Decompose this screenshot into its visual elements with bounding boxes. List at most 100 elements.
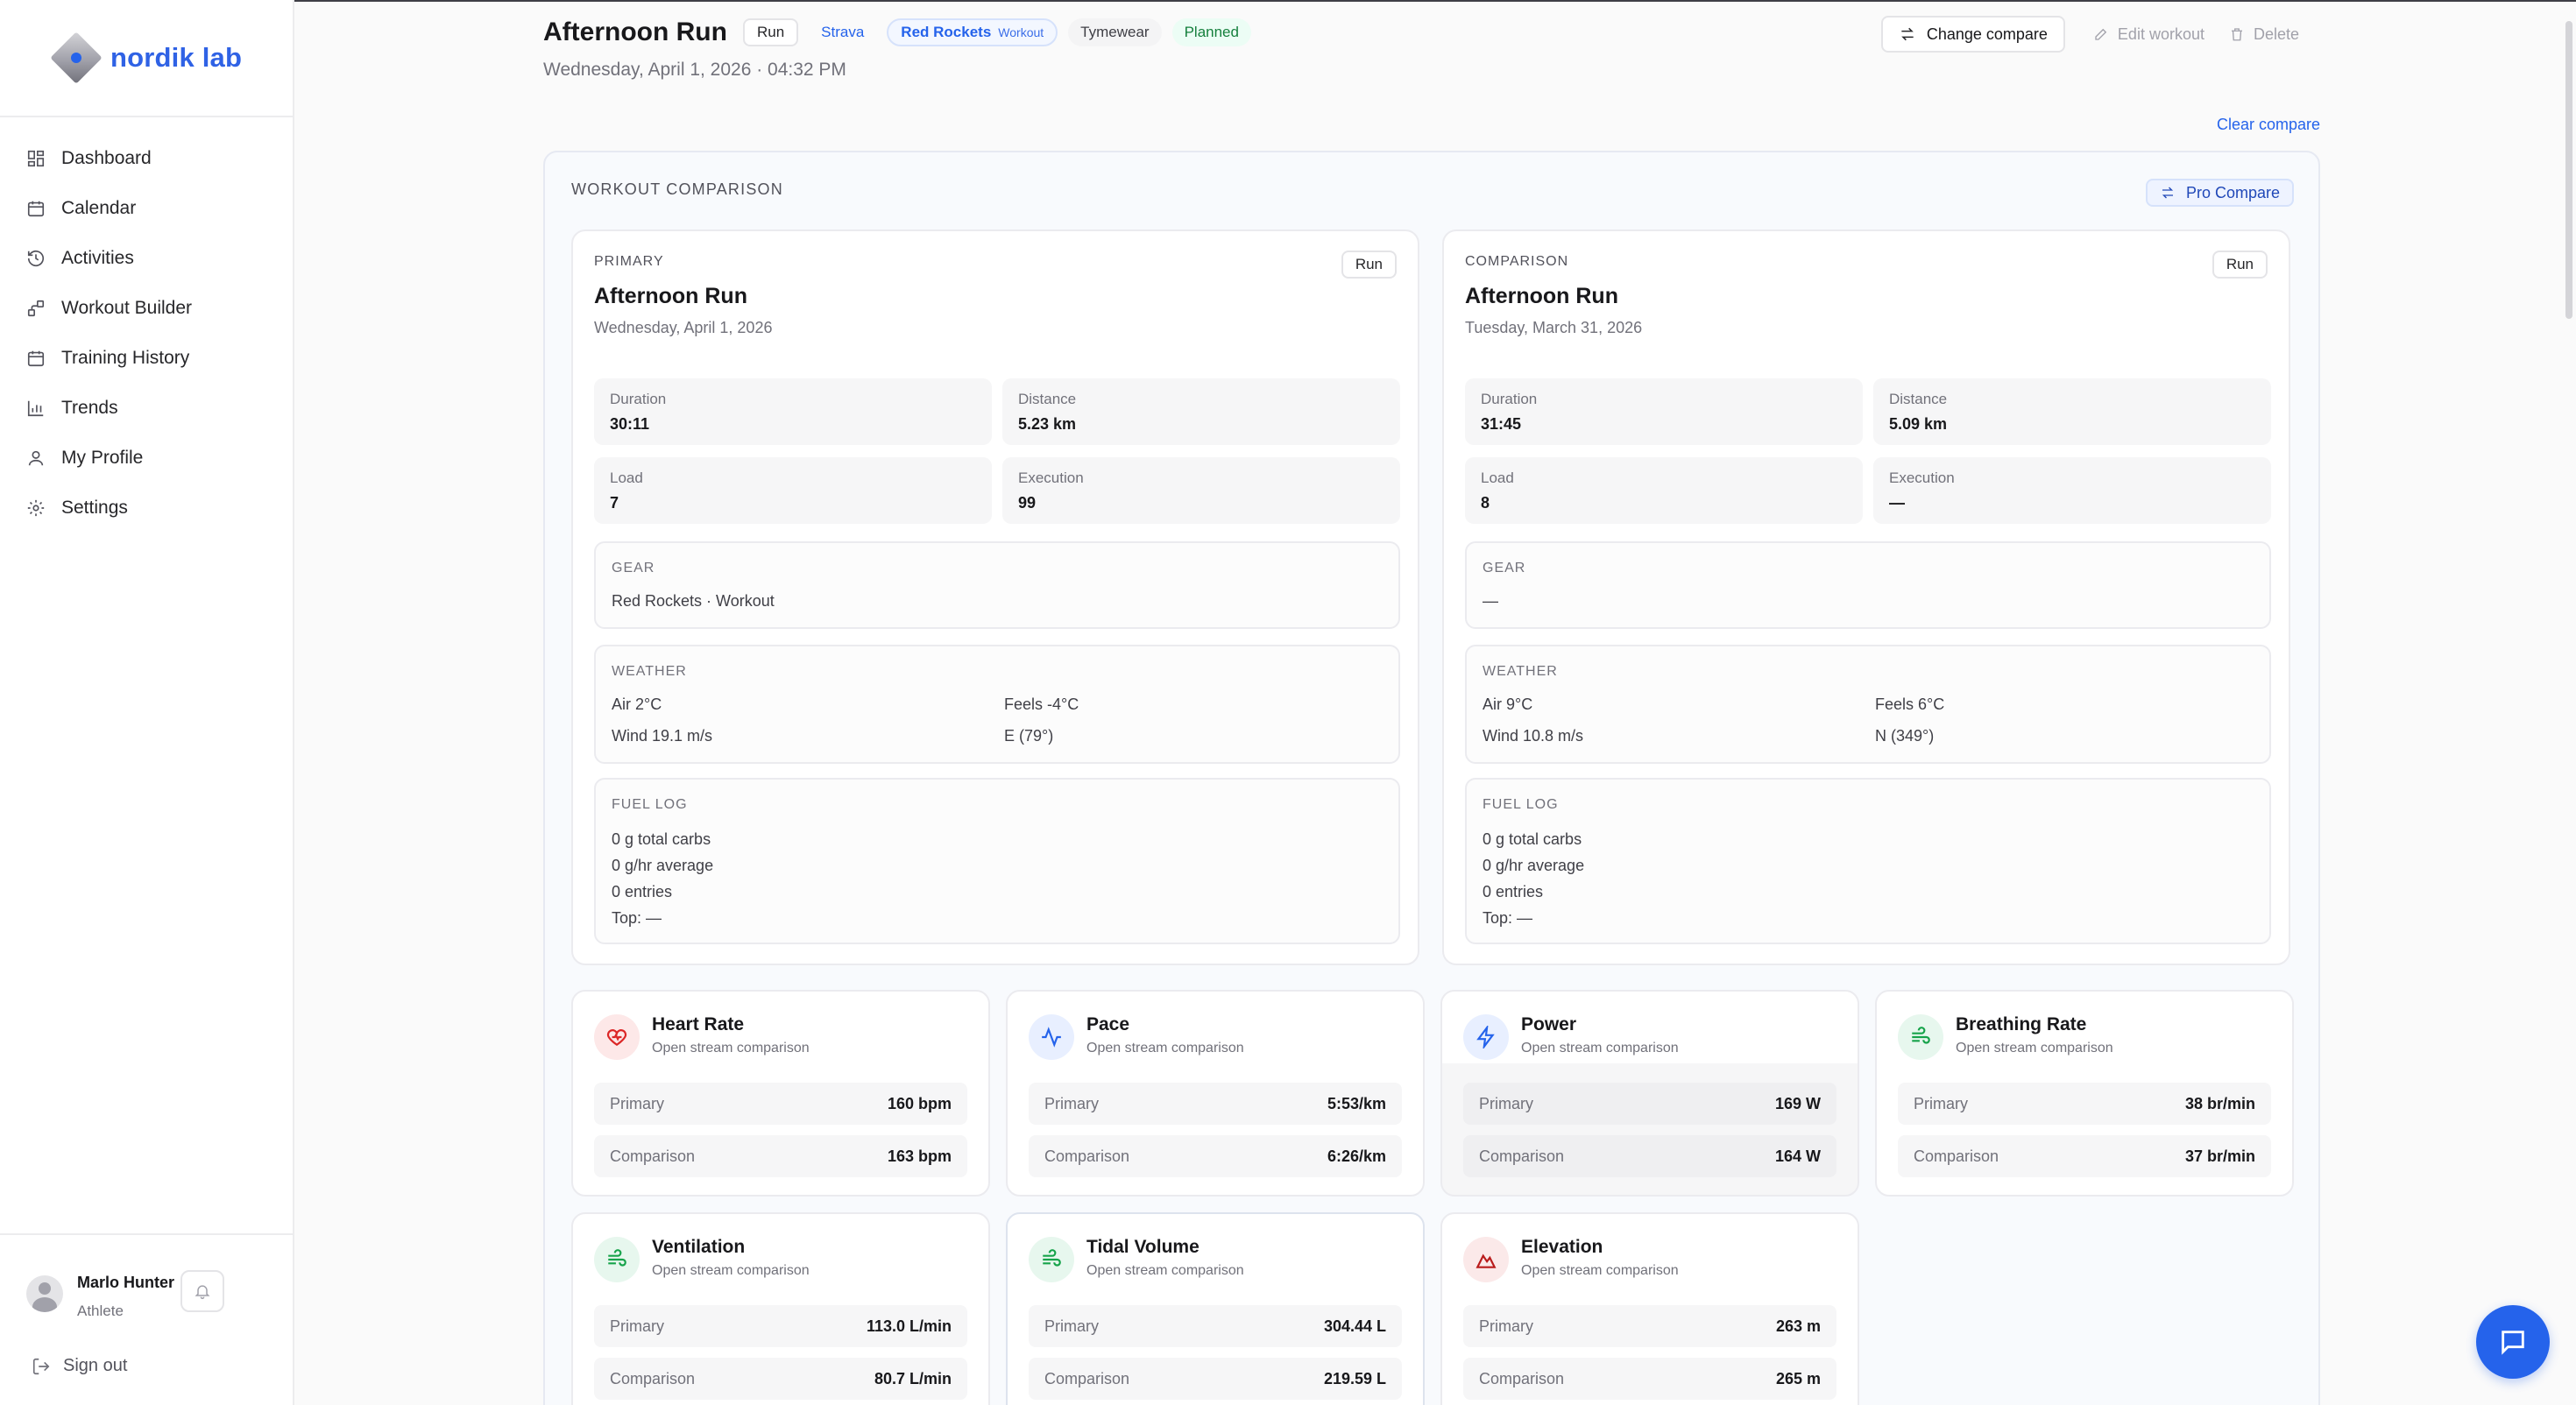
metric-title: Pace (1086, 1014, 1130, 1034)
history-icon (27, 250, 45, 266)
scrollbar[interactable] (2565, 21, 2572, 319)
row-value: 6:26/km (1327, 1147, 1386, 1165)
ventilation-card[interactable]: Ventilation Open stream comparison Prima… (571, 1212, 990, 1405)
stat-value: — (1889, 494, 1905, 512)
chat-button[interactable] (2476, 1305, 2550, 1379)
row-label: Comparison (610, 1370, 696, 1387)
duration-stat: Duration 31:45 (1465, 378, 1863, 445)
user-name: Marlo Hunter (77, 1274, 175, 1291)
comparison-row: Comparison 219.59 L (1029, 1358, 1402, 1400)
weather-direction: E (79°) (1004, 727, 1054, 745)
sidebar-nav: Dashboard Calendar Activities Workout Bu… (0, 117, 293, 533)
metric-subtitle: Open stream comparison (1521, 1263, 1679, 1278)
sidebar-item-workout-builder[interactable]: Workout Builder (0, 283, 293, 333)
pace-card[interactable]: Pace Open stream comparison Primary 5:53… (1006, 990, 1425, 1197)
fuel-average: 0 g/hr average (612, 857, 714, 874)
change-compare-button[interactable]: Change compare (1880, 16, 2065, 53)
sidebar-item-trends[interactable]: Trends (0, 383, 293, 433)
dashboard-icon (27, 150, 45, 166)
delete-button[interactable]: Delete (2229, 25, 2299, 44)
sidebar-item-label: Settings (61, 497, 128, 518)
brand-logo[interactable]: nordik lab (0, 0, 293, 117)
section-title: GEAR (1483, 561, 1526, 575)
brand-name: nordik lab (110, 42, 243, 73)
sign-out-button[interactable]: Sign out (32, 1356, 127, 1376)
sidebar-item-settings[interactable]: Settings (0, 483, 293, 533)
workout-comparison-panel: WORKOUT COMPARISON Pro Compare PRIMARY R… (543, 151, 2320, 1405)
row-value: 169 W (1774, 1095, 1821, 1112)
section-title: FUEL LOG (612, 797, 688, 812)
comparison-row: Comparison 80.7 L/min (594, 1358, 967, 1400)
header-actions: Change compare Edit workout Delete (1880, 16, 2311, 53)
gear-badge-label: Red Rockets (901, 24, 992, 40)
fuel-log-section: FUEL LOG 0 g total carbs 0 g/hr average … (594, 778, 1400, 944)
stat-label: Load (1481, 470, 1514, 486)
primary-row: Primary 304.44 L (1029, 1305, 1402, 1347)
stat-value: 7 (610, 494, 619, 512)
edit-workout-button[interactable]: Edit workout (2093, 25, 2204, 44)
weather-feels: Feels 6°C (1875, 695, 1945, 713)
stat-label: Duration (610, 391, 667, 407)
gear-badge[interactable]: Red Rockets Workout (887, 18, 1058, 46)
fuel-average: 0 g/hr average (1483, 857, 1585, 874)
weather-wind: Wind 19.1 m/s (612, 727, 713, 745)
sidebar-item-dashboard[interactable]: Dashboard (0, 133, 293, 183)
row-value: 113.0 L/min (866, 1317, 952, 1335)
power-card[interactable]: Power Open stream comparison Primary 169… (1440, 990, 1859, 1197)
user-profile[interactable]: Marlo Hunter Athlete (26, 1268, 174, 1320)
stat-value: 99 (1018, 494, 1037, 512)
row-label: Primary (1914, 1095, 1968, 1112)
gear-badge-sub: Workout (998, 25, 1044, 39)
status-badge: Planned (1171, 18, 1251, 46)
primary-row: Primary 38 br/min (1898, 1083, 2271, 1125)
duration-stat: Duration 30:11 (594, 378, 992, 445)
row-value: 263 m (1775, 1317, 1821, 1335)
stat-value: 5.23 km (1018, 415, 1077, 433)
weather-feels: Feels -4°C (1004, 695, 1079, 713)
row-value: 38 br/min (2184, 1095, 2255, 1112)
primary-row: Primary 263 m (1463, 1305, 1836, 1347)
elevation-card[interactable]: Elevation Open stream comparison Primary… (1440, 1212, 1859, 1405)
pro-compare-button[interactable]: Pro Compare (2145, 179, 2294, 207)
row-label: Primary (1479, 1317, 1533, 1335)
row-label: Comparison (1479, 1370, 1565, 1387)
gear-value: Red Rockets · Workout (612, 592, 775, 610)
wind-icon (594, 1237, 640, 1282)
sport-badge: Run (2212, 251, 2268, 279)
wind-icon (1898, 1014, 1943, 1060)
page-header: Afternoon Run Run Strava Red Rockets Work… (543, 18, 1262, 81)
stat-label: Load (610, 470, 643, 486)
row-label: Primary (1044, 1317, 1099, 1335)
heart-rate-card[interactable]: Heart Rate Open stream comparison Primar… (571, 990, 990, 1197)
notifications-button[interactable] (180, 1270, 224, 1312)
load-stat: Load 7 (594, 457, 992, 524)
primary-workout-card: PRIMARY Run Afternoon Run Wednesday, Apr… (571, 229, 1419, 965)
sport-badge: Run (742, 18, 799, 46)
sidebar-item-calendar[interactable]: Calendar (0, 183, 293, 233)
card-kicker: PRIMARY (594, 254, 664, 269)
row-value: 37 br/min (2184, 1147, 2255, 1165)
sidebar-item-label: Dashboard (61, 147, 152, 168)
gear-section: GEAR — (1465, 541, 2271, 629)
weather-wind: Wind 10.8 m/s (1483, 727, 1584, 745)
user-role: Athlete (77, 1303, 124, 1319)
metric-subtitle: Open stream comparison (1521, 1041, 1679, 1056)
metric-title: Ventilation (652, 1237, 746, 1257)
clear-compare-link[interactable]: Clear compare (2217, 116, 2320, 134)
sidebar-item-training-history[interactable]: Training History (0, 333, 293, 383)
calendar-icon (27, 201, 45, 216)
stat-label: Distance (1889, 391, 1948, 407)
breathing-rate-card[interactable]: Breathing Rate Open stream comparison Pr… (1875, 990, 2294, 1197)
primary-row: Primary 169 W (1463, 1083, 1836, 1125)
zap-icon (1463, 1014, 1509, 1060)
comparison-workout-card: COMPARISON Run Afternoon Run Tuesday, Ma… (1442, 229, 2290, 965)
tidal-volume-card[interactable]: Tidal Volume Open stream comparison Prim… (1006, 1212, 1425, 1405)
logo-icon (49, 31, 103, 85)
row-label: Primary (1479, 1095, 1533, 1112)
distance-stat: Distance 5.09 km (1873, 378, 2271, 445)
row-label: Comparison (1479, 1147, 1565, 1165)
sidebar-item-activities[interactable]: Activities (0, 233, 293, 283)
sidebar-item-my-profile[interactable]: My Profile (0, 433, 293, 483)
workout-date: Tuesday, March 31, 2026 (1465, 319, 1643, 336)
source-badge[interactable]: Strava (809, 18, 876, 46)
